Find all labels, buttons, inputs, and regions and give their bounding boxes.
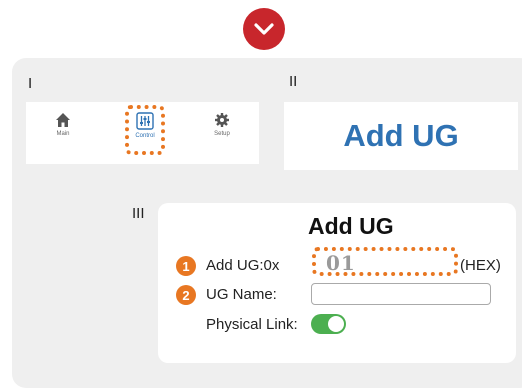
add-ug-label: Add UG:0x xyxy=(206,257,280,274)
step-badge-2: 2 xyxy=(176,285,196,305)
page-title: Add UG xyxy=(343,118,459,153)
nav-item-main[interactable]: Main xyxy=(41,112,85,156)
nav-label-main: Main xyxy=(56,131,70,137)
physical-link-toggle[interactable] xyxy=(311,314,346,334)
nav-bar: Main Control Setup xyxy=(26,102,259,164)
gear-icon xyxy=(215,113,229,127)
ug-name-input[interactable] xyxy=(311,283,491,305)
section-label-2: II xyxy=(289,73,298,90)
ug-name-label: UG Name: xyxy=(206,286,277,303)
add-ug-value: 01 xyxy=(326,251,356,275)
toggle-knob xyxy=(328,316,344,332)
physical-link-label: Physical Link: xyxy=(206,316,298,333)
collapse-toggle-button[interactable] xyxy=(243,8,285,50)
section-label-1: I xyxy=(28,75,33,92)
step-badge-1: 1 xyxy=(176,256,196,276)
chevron-down-icon xyxy=(254,23,274,35)
page-title-box: Add UG xyxy=(284,102,518,170)
nav-label-setup: Setup xyxy=(214,131,230,137)
nav-item-setup[interactable]: Setup xyxy=(200,112,244,156)
hex-suffix: (HEX) xyxy=(460,257,501,274)
form-title: Add UG xyxy=(308,213,394,239)
add-ug-form: Add UG 1 Add UG:0x 01 (HEX) 2 UG Name: P… xyxy=(158,203,516,363)
section-label-3: III xyxy=(132,205,145,222)
control-highlight-marker xyxy=(125,105,165,155)
home-icon xyxy=(56,113,70,127)
add-ug-input[interactable]: 01 xyxy=(312,247,458,276)
